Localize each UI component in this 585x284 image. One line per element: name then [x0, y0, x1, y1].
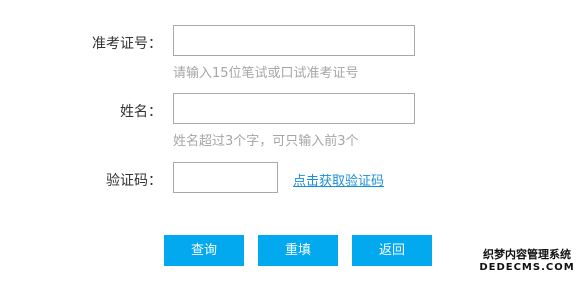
- captcha-input[interactable]: [173, 162, 278, 193]
- name-input[interactable]: [173, 93, 415, 124]
- watermark-line2: DEDECMS.COM: [479, 262, 575, 273]
- watermark-line1: 织梦内容管理系统: [483, 248, 571, 261]
- dedecms-watermark: 织梦内容管理系统 DEDECMS.COM: [474, 248, 580, 274]
- name-hint: 姓名超过3个字，可只输入前3个: [173, 134, 359, 149]
- reset-button[interactable]: 重填: [258, 235, 338, 266]
- exam-id-label: 准考证号：: [92, 36, 162, 52]
- exam-id-input[interactable]: [173, 25, 415, 56]
- get-captcha-link[interactable]: 点击获取验证码: [293, 170, 384, 189]
- exam-id-hint: 请输入15位笔试或口试准考证号: [173, 66, 359, 81]
- back-button[interactable]: 返回: [352, 235, 432, 266]
- captcha-label: 验证码：: [106, 173, 162, 189]
- query-button[interactable]: 查询: [164, 235, 244, 266]
- name-label: 姓名：: [120, 104, 162, 120]
